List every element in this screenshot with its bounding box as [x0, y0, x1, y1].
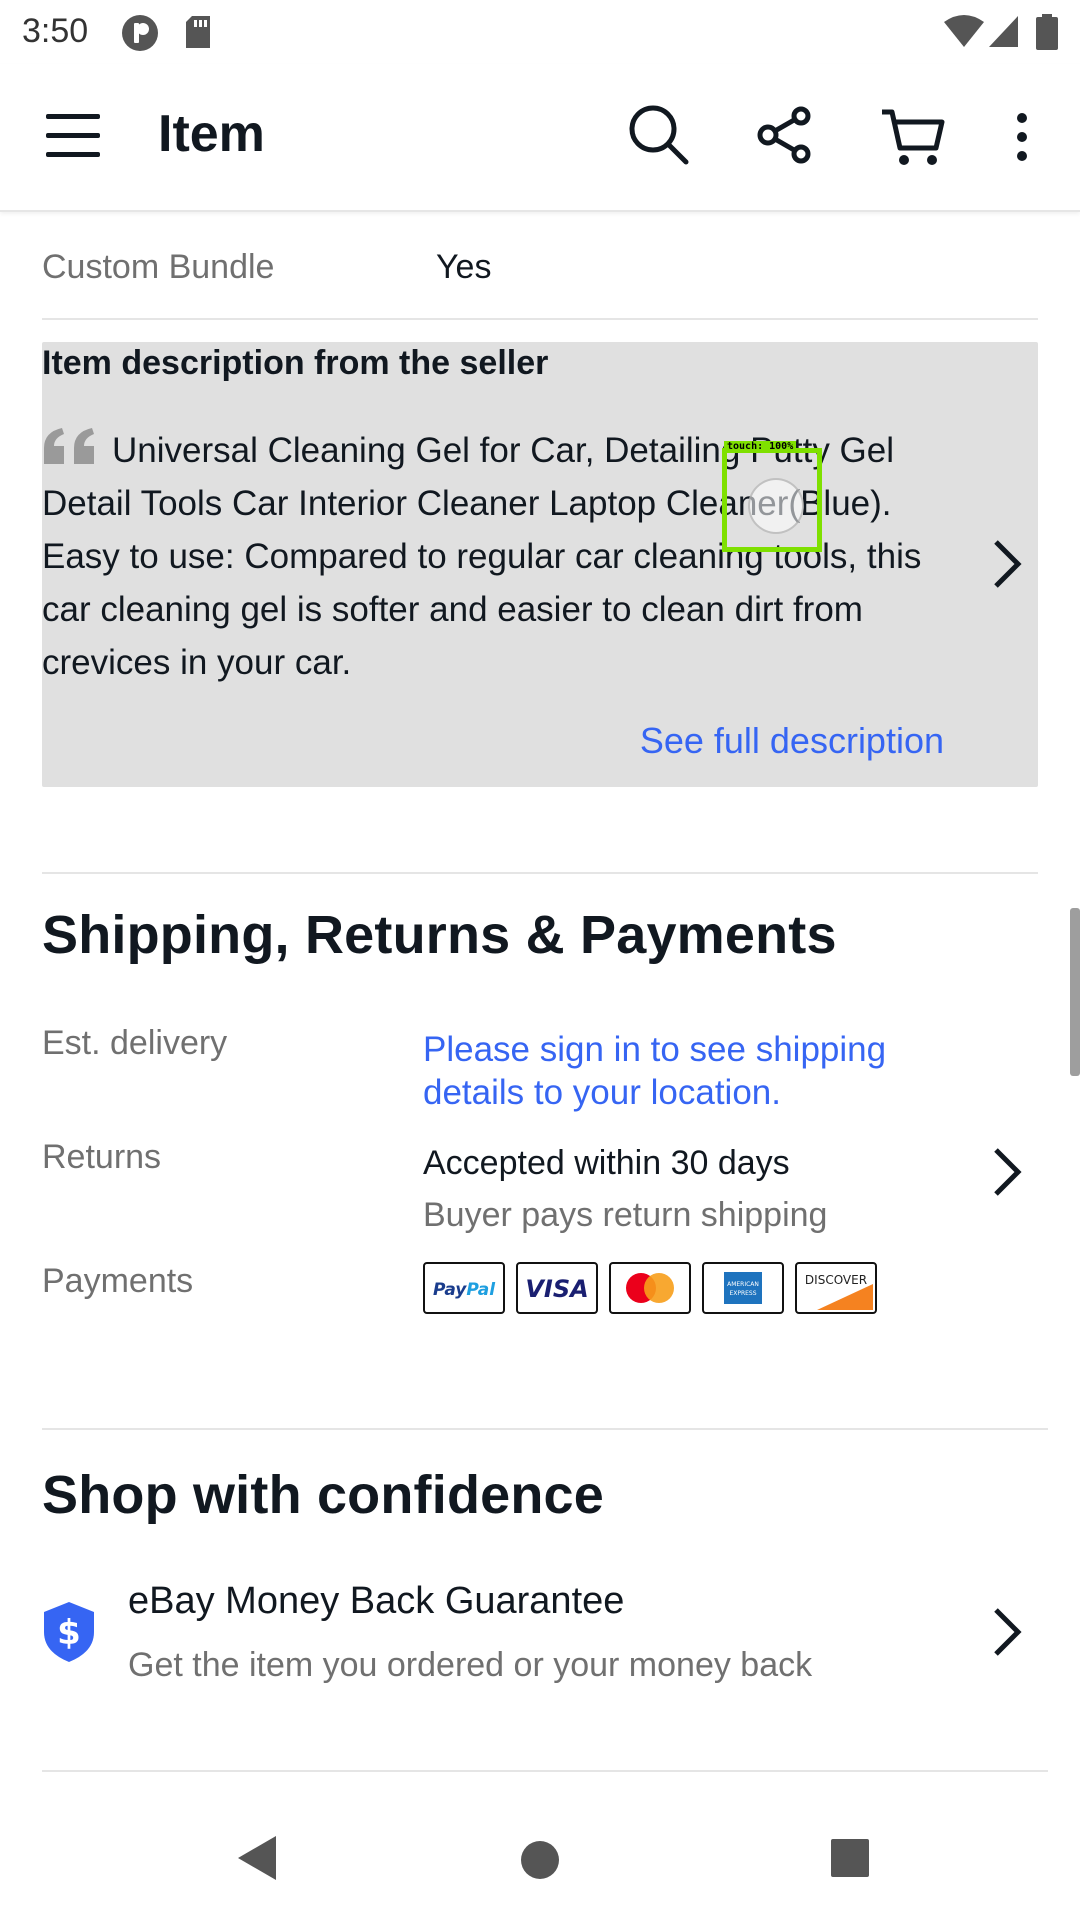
custom-bundle-value: Yes [436, 248, 492, 286]
divider [42, 318, 1038, 320]
touch-indicator-circle [748, 478, 804, 534]
see-full-description-link[interactable]: See full description [640, 720, 944, 762]
shipping-heading: Shipping, Returns & Payments [42, 905, 837, 965]
description-text: Universal Cleaning Gel for Car, Detailin… [42, 424, 972, 689]
back-icon[interactable] [236, 1834, 278, 1882]
svg-text:$: $ [57, 1613, 81, 1653]
status-bar: 3:50 [0, 0, 1080, 64]
amex-icon: AMERICAN EXPRESS [702, 1262, 784, 1314]
svg-text:AMERICAN: AMERICAN [727, 1281, 759, 1288]
confidence-heading: Shop with confidence [42, 1465, 605, 1525]
navigation-bar [0, 1810, 1080, 1920]
svg-text:VISA: VISA [525, 1275, 588, 1303]
share-icon[interactable] [756, 106, 814, 164]
divider [42, 1428, 1048, 1430]
touch-indicator-label: touch: 100% [724, 441, 797, 452]
svg-text:EXPRESS: EXPRESS [729, 1290, 756, 1297]
divider [42, 872, 1038, 874]
description-heading: Item description from the seller [42, 344, 549, 382]
more-options-icon[interactable] [1012, 112, 1032, 162]
description-card[interactable]: Item description from the seller Univers… [42, 342, 1038, 787]
sign-in-shipping-link[interactable]: Please sign in to see shipping details t… [423, 1028, 963, 1114]
guarantee-subtitle: Get the item you ordered or your money b… [128, 1646, 813, 1684]
battery-icon [1036, 14, 1058, 50]
wifi-icon [944, 15, 984, 47]
paypal-icon: PayPal [423, 1262, 505, 1314]
returns-chevron-right-icon[interactable] [992, 1146, 1022, 1198]
svg-text:DISCOVER: DISCOVER [805, 1273, 867, 1287]
search-icon[interactable] [628, 104, 690, 166]
est-delivery-label: Est. delivery [42, 1024, 228, 1062]
sd-card-icon [186, 16, 210, 48]
scrollbar-thumb[interactable] [1070, 908, 1080, 1076]
custom-bundle-label: Custom Bundle [42, 248, 275, 286]
returns-value: Accepted within 30 days [423, 1144, 790, 1182]
cell-signal-icon [989, 16, 1018, 47]
home-icon[interactable] [520, 1840, 560, 1880]
menu-icon[interactable] [46, 112, 100, 160]
svg-text:PayPal: PayPal [433, 1280, 496, 1300]
chevron-right-icon[interactable] [992, 538, 1022, 590]
page-title: Item [158, 105, 265, 163]
mastercard-icon [609, 1262, 691, 1314]
quote-icon [44, 428, 94, 464]
discover-icon: DISCOVER [795, 1262, 877, 1314]
app-bar: Item [0, 64, 1080, 212]
recents-icon[interactable] [830, 1838, 870, 1878]
privacy-indicator-icon [122, 15, 158, 51]
chevron-right-icon[interactable] [992, 1606, 1022, 1658]
divider [42, 1770, 1048, 1772]
shield-dollar-icon: $ [44, 1602, 94, 1662]
returns-subtext: Buyer pays return shipping [423, 1196, 828, 1234]
returns-label: Returns [42, 1138, 162, 1176]
visa-icon: VISA [516, 1262, 598, 1314]
money-back-guarantee-row[interactable]: $ eBay Money Back Guarantee Get the item… [0, 1570, 1080, 1700]
guarantee-title: eBay Money Back Guarantee [128, 1580, 625, 1622]
payments-label: Payments [42, 1262, 194, 1300]
cart-icon[interactable] [880, 106, 946, 168]
status-time: 3:50 [22, 12, 89, 50]
